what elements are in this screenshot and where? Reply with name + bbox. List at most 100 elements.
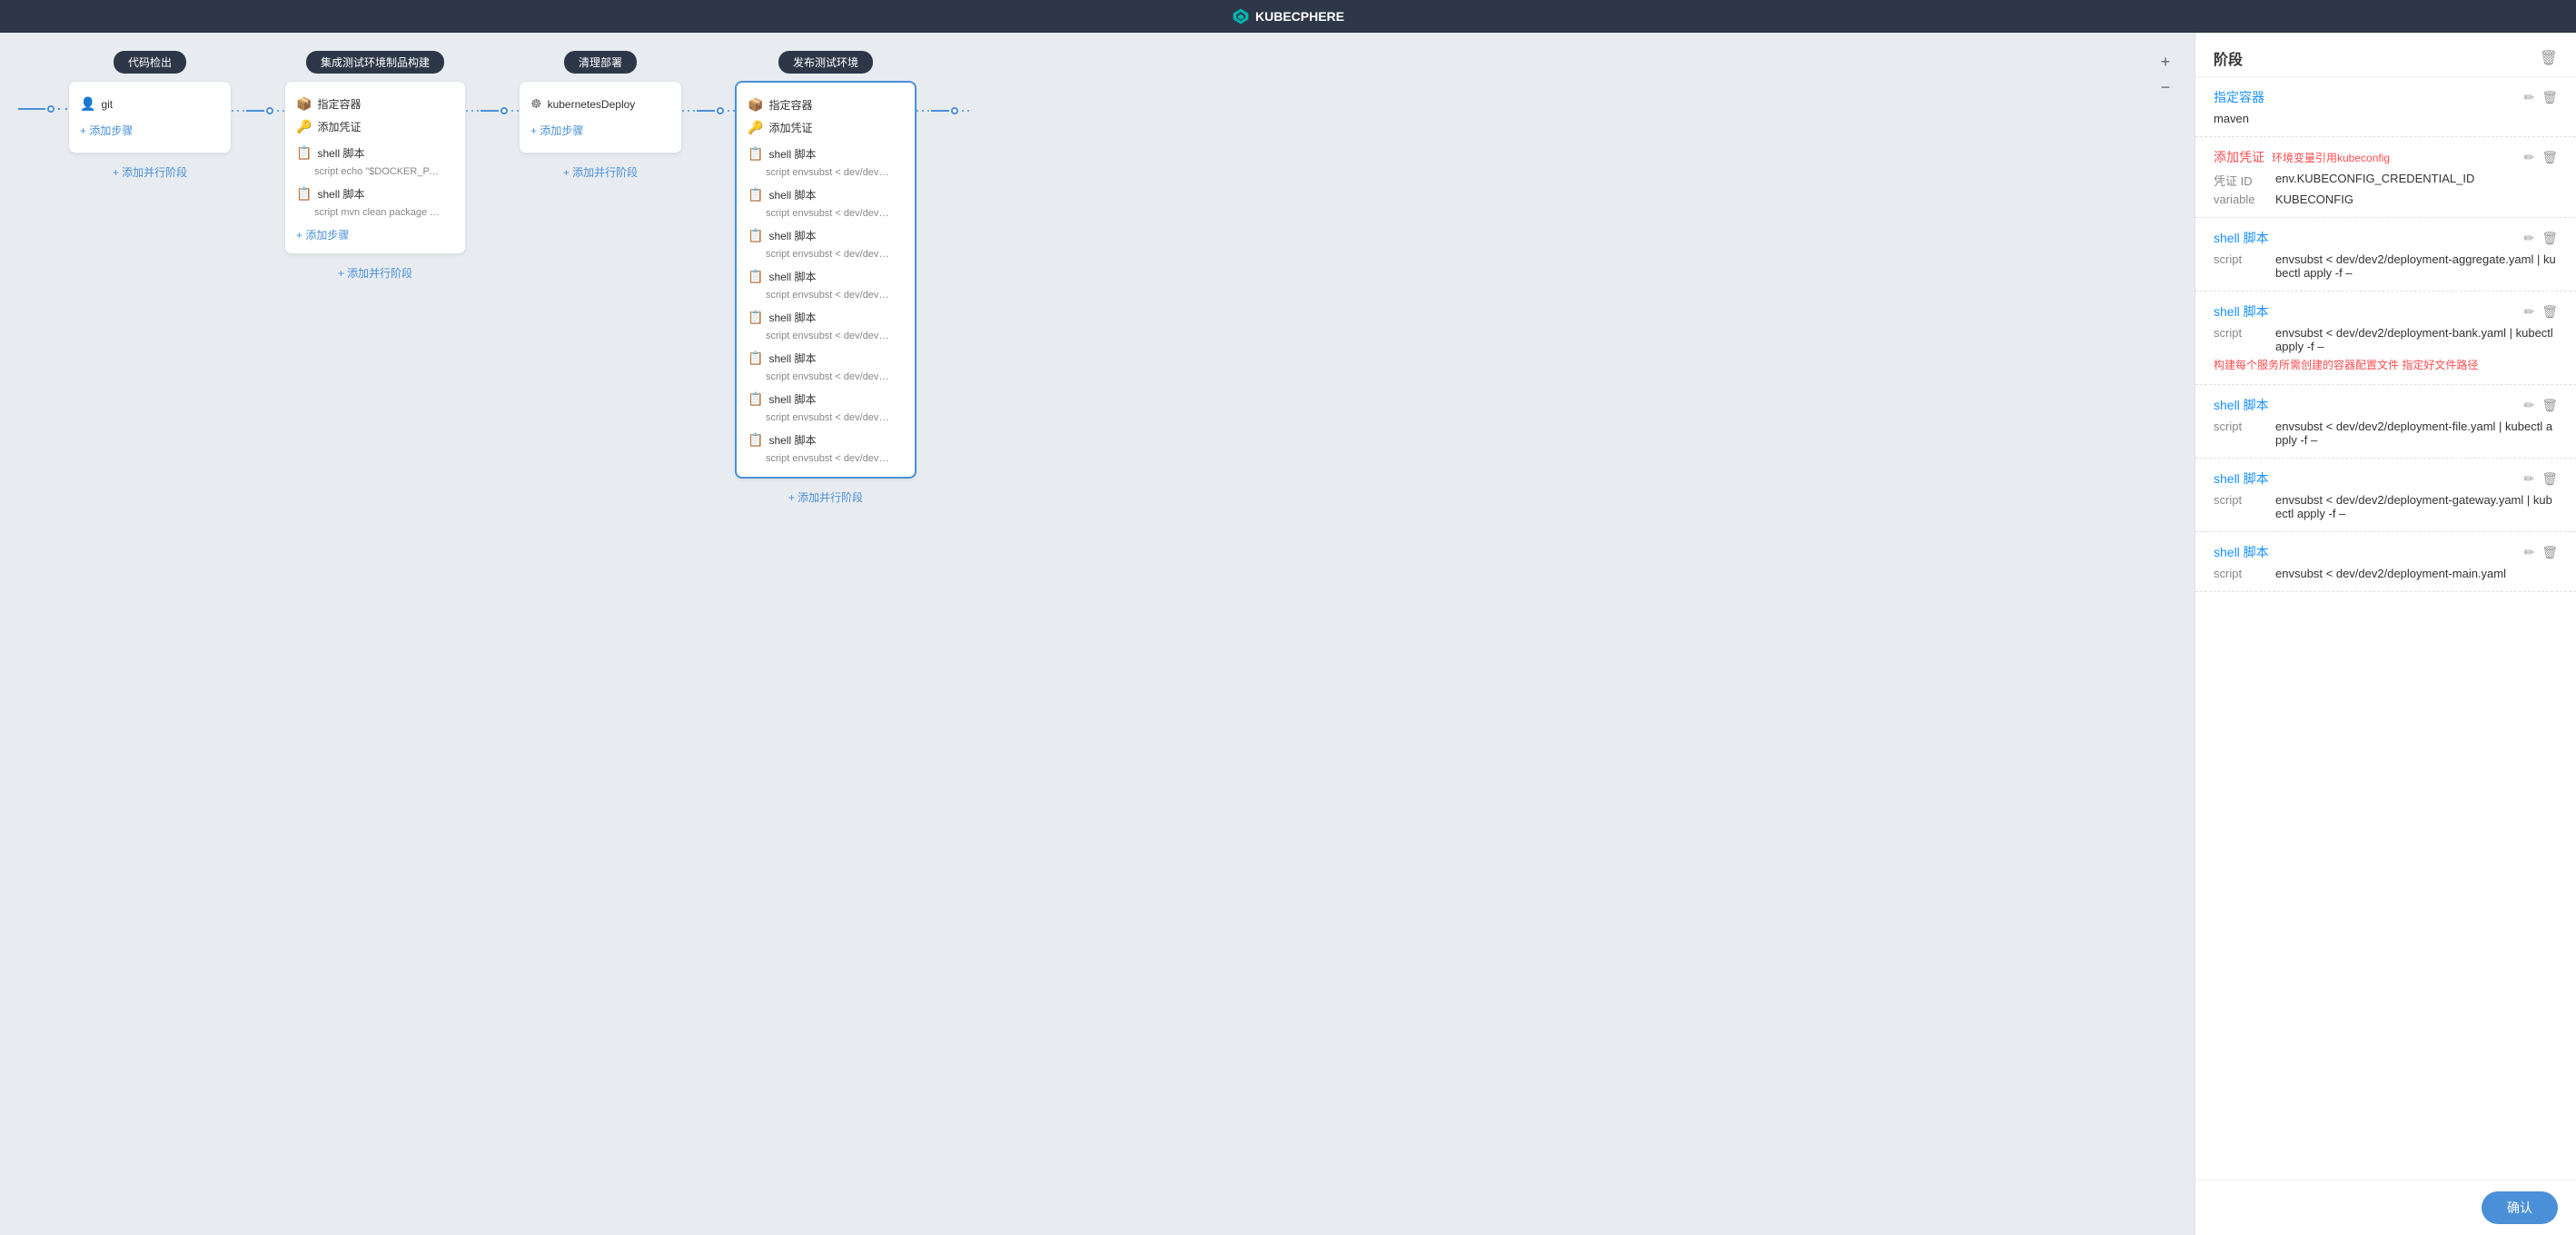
step-credential-4[interactable]: 🔑 添加凭证: [748, 116, 904, 139]
shell-2-delete-btn[interactable]: 🗑: [2541, 304, 2558, 320]
shell-2-edit-btn[interactable]: ✏: [2523, 304, 2534, 320]
add-step-btn-1[interactable]: + 添加步骤: [80, 123, 133, 138]
step-shell-4h[interactable]: 📋 shell 脚本: [748, 429, 904, 451]
step-shell-2b[interactable]: 📋 shell 脚本: [296, 183, 454, 205]
panel-section-title-container: 指定容器 ✏ 🗑: [2214, 88, 2558, 106]
panel-section-shell-3: shell 脚本 ✏ 🗑 script envsubst < dev/dev2/…: [2195, 385, 2576, 459]
step-credential-label-4: 添加凭证: [768, 120, 812, 135]
panel-section-title-shell-5: shell 脚本 ✏ 🗑: [2214, 543, 2558, 561]
shell-1-edit-btn[interactable]: ✏: [2523, 231, 2534, 246]
stage-card-4[interactable]: 📦 指定容器 🔑 添加凭证 📋 shell 脚本 script envs: [735, 81, 916, 479]
add-step-btn-2[interactable]: + 添加步骤: [296, 227, 349, 242]
shell-5-delete-btn[interactable]: 🗑: [2541, 545, 2558, 560]
shell-1-script-field: script envsubst < dev/dev2/deployment-ag…: [2214, 252, 2558, 280]
step-shell-4a[interactable]: 📋 shell 脚本: [748, 143, 904, 165]
step-container-4[interactable]: 📦 指定容器: [748, 94, 904, 116]
step-deploy-label-3: kubernetesDeploy: [548, 98, 636, 111]
panel-section-shell-4: shell 脚本 ✏ 🗑 script envsubst < dev/dev2/…: [2195, 459, 2576, 532]
step-shell-label-4g: shell 脚本: [768, 391, 816, 407]
credential-section-actions: ✏ 🗑: [2523, 150, 2558, 165]
stage-label-1: 代码检出: [114, 51, 186, 74]
container-section-label[interactable]: 指定容器: [2214, 88, 2264, 106]
shell-5-section-label[interactable]: shell 脚本: [2214, 543, 2269, 561]
shell-5-section-actions: ✏ 🗑: [2523, 545, 2558, 560]
credential-variable-value: KUBECONFIG: [2275, 193, 2353, 206]
step-shell-script-2b: script mvn clean package -P d...: [296, 205, 441, 220]
shell-icon-2a: 📋: [296, 145, 312, 161]
right-panel-footer: 确认: [2195, 1180, 2576, 1235]
stage-card-1[interactable]: 👤 git + 添加步骤: [68, 81, 232, 153]
shell-5-edit-btn[interactable]: ✏: [2523, 545, 2534, 560]
step-shell-label-4h: shell 脚本: [768, 432, 816, 448]
container-icon-2: 📦: [296, 96, 312, 112]
step-shell-4g[interactable]: 📋 shell 脚本: [748, 388, 904, 410]
container-edit-btn[interactable]: ✏: [2523, 90, 2534, 105]
stage-label-2: 集成测试环境制品构建: [306, 51, 444, 74]
stage-column-1: 代码检出 👤 git + 添加步骤 + 添加并行阶段: [68, 51, 232, 180]
stage-column-3: 清理部署 ☸ kubernetesDeploy + 添加步骤 + 添加并行阶段: [519, 51, 682, 180]
pipeline-stages: 代码检出 👤 git + 添加步骤 + 添加并行阶段: [18, 51, 2176, 523]
add-step-btn-3[interactable]: + 添加步骤: [530, 123, 583, 138]
stage-column-4: 发布测试环境 📦 指定容器 🔑 添加凭证 📋 s: [735, 51, 916, 505]
shell-icon-4a: 📋: [748, 146, 763, 162]
step-shell-script-4c: script envsubst < dev/dev2/...: [748, 247, 893, 262]
panel-section-shell-1: shell 脚本 ✏ 🗑 script envsubst < dev/dev2/…: [2195, 218, 2576, 291]
credential-variable-field: variable KUBECONFIG: [2214, 193, 2558, 206]
stage-card-3[interactable]: ☸ kubernetesDeploy + 添加步骤: [519, 81, 682, 153]
shell-icon-4e: 📋: [748, 310, 763, 325]
step-deploy-3[interactable]: ☸ kubernetesDeploy: [530, 93, 670, 115]
credential-section-label[interactable]: 添加凭证: [2214, 148, 2264, 166]
step-shell-4e[interactable]: 📋 shell 脚本: [748, 306, 904, 329]
step-git[interactable]: 👤 git: [80, 93, 220, 115]
step-shell-4f[interactable]: 📋 shell 脚本: [748, 347, 904, 370]
confirm-button[interactable]: 确认: [2482, 1191, 2558, 1224]
shell-4-edit-btn[interactable]: ✏: [2523, 471, 2534, 487]
step-shell-4c[interactable]: 📋 shell 脚本: [748, 224, 904, 247]
step-shell-2a[interactable]: 📋 shell 脚本: [296, 142, 454, 164]
step-shell-script-4g: script envsubst < dev/dev2/...: [748, 410, 893, 425]
stage-card-2[interactable]: 📦 指定容器 🔑 添加凭证 📋 shell 脚本 script echo "$D…: [284, 81, 466, 254]
credential-delete-btn[interactable]: 🗑: [2541, 150, 2558, 165]
step-container-2[interactable]: 📦 指定容器: [296, 93, 454, 115]
panel-section-credential: 添加凭证 环境变量引用kubeconfig ✏ 🗑 凭证 ID env.KUBE…: [2195, 137, 2576, 218]
credential-edit-btn[interactable]: ✏: [2523, 150, 2534, 165]
shell-4-section-label[interactable]: shell 脚本: [2214, 469, 2269, 488]
credential-id-field: 凭证 ID env.KUBECONFIG_CREDENTIAL_ID: [2214, 172, 2558, 189]
shell-3-section-label[interactable]: shell 脚本: [2214, 396, 2269, 414]
stage-wrapper-3: 清理部署 ☸ kubernetesDeploy + 添加步骤 + 添加并行阶段: [519, 51, 682, 180]
stage-column-2: 集成测试环境制品构建 📦 指定容器 🔑 添加凭证 📋 shell 脚本: [284, 51, 466, 281]
step-credential-2[interactable]: 🔑 添加凭证: [296, 115, 454, 138]
step-shell-script-4h: script envsubst < dev/dev2/...: [748, 451, 893, 466]
shell-1-section-label[interactable]: shell 脚本: [2214, 229, 2269, 247]
shell-2-section-actions: ✏ 🗑: [2523, 304, 2558, 320]
panel-section-shell-2: shell 脚本 ✏ 🗑 script envsubst < dev/dev2/…: [2195, 291, 2576, 385]
panel-section-title-shell-4: shell 脚本 ✏ 🗑: [2214, 469, 2558, 488]
logo-text: KUBECPHERE: [1255, 9, 1344, 24]
shell-3-script-field: script envsubst < dev/dev2/deployment-fi…: [2214, 420, 2558, 447]
zoom-out-button[interactable]: −: [2155, 76, 2176, 98]
step-shell-label-4e: shell 脚本: [768, 310, 816, 325]
add-parallel-btn-4[interactable]: + 添加并行阶段: [788, 489, 863, 505]
shell-3-delete-btn[interactable]: 🗑: [2541, 398, 2558, 413]
add-parallel-btn-3[interactable]: + 添加并行阶段: [563, 164, 638, 180]
shell-4-delete-btn[interactable]: 🗑: [2541, 471, 2558, 487]
shell-4-script-value: envsubst < dev/dev2/deployment-gateway.y…: [2275, 493, 2558, 520]
shell-3-edit-btn[interactable]: ✏: [2523, 398, 2534, 413]
credential-variable-label: variable: [2214, 193, 2268, 206]
shell-5-script-field: script envsubst < dev/dev2/deployment-ma…: [2214, 567, 2558, 580]
zoom-in-button[interactable]: +: [2155, 51, 2176, 73]
shell-3-script-value: envsubst < dev/dev2/deployment-file.yaml…: [2275, 420, 2558, 447]
step-shell-4b[interactable]: 📋 shell 脚本: [748, 183, 904, 206]
logo: KUBECPHERE: [1232, 7, 1344, 25]
shell-icon-4d: 📋: [748, 269, 763, 284]
add-parallel-btn-2[interactable]: + 添加并行阶段: [338, 265, 412, 281]
container-delete-btn[interactable]: 🗑: [2541, 90, 2558, 105]
stage-wrapper-2: 集成测试环境制品构建 📦 指定容器 🔑 添加凭证 📋 shell 脚本: [284, 51, 466, 281]
step-shell-4d[interactable]: 📋 shell 脚本: [748, 265, 904, 288]
shell-1-script-label: script: [2214, 252, 2268, 266]
add-parallel-btn-1[interactable]: + 添加并行阶段: [113, 164, 187, 180]
shell-1-delete-btn[interactable]: 🗑: [2541, 231, 2558, 246]
shell-2-section-label[interactable]: shell 脚本: [2214, 302, 2269, 321]
right-panel-delete-btn[interactable]: 🗑: [2540, 49, 2558, 67]
pipeline-controls: + −: [2155, 51, 2176, 98]
